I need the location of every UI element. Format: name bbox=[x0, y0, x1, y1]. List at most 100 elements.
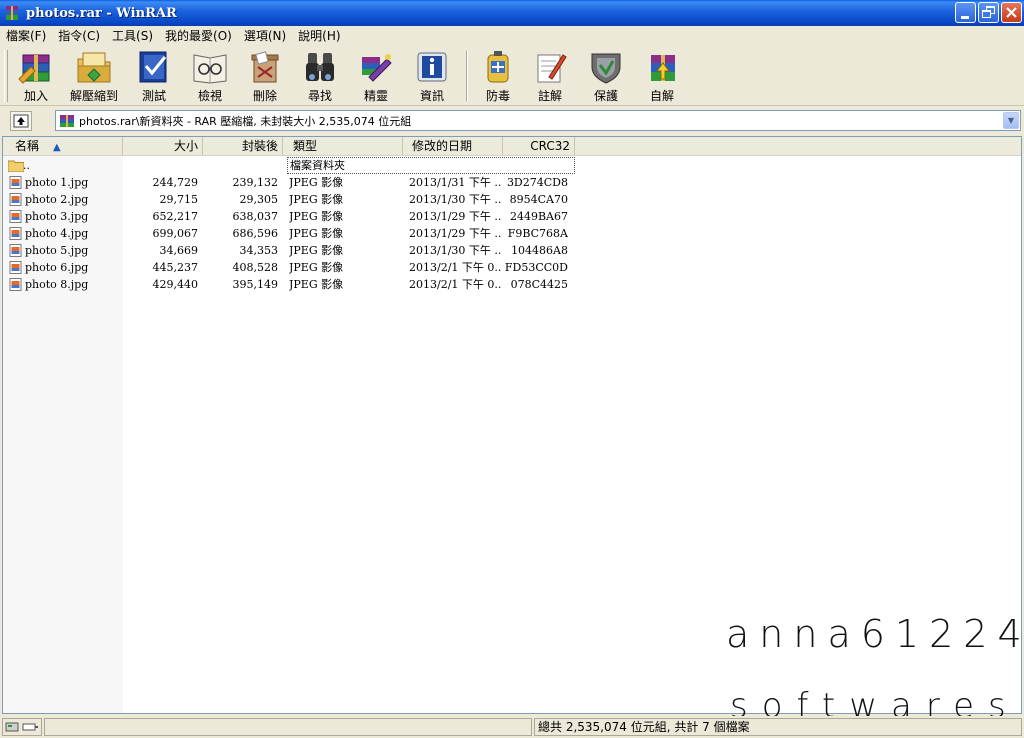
file-name: photo 2.jpg bbox=[25, 193, 89, 206]
file-size: 429,440 bbox=[152, 278, 199, 291]
info-icon bbox=[413, 49, 451, 85]
column-header-size[interactable]: 大小 bbox=[123, 137, 203, 155]
toolbar: 加入 解壓縮到 測試 檢視 刪除 尋找 精靈 資訊 防毒 註解 保護 自解 bbox=[0, 46, 1024, 106]
column-header-type[interactable]: 類型 bbox=[283, 137, 403, 155]
restore-button[interactable] bbox=[978, 2, 999, 23]
test-checkmark-icon bbox=[135, 49, 173, 85]
column-name-label: 名稱 bbox=[15, 139, 40, 153]
file-name: photo 1.jpg bbox=[25, 176, 89, 189]
antivirus-button[interactable]: 防毒 bbox=[474, 46, 522, 104]
wizard-icon bbox=[357, 49, 395, 85]
address-combo[interactable]: photos.rar\新資料夾 - RAR 壓縮檔, 未封裝大小 2,535,0… bbox=[55, 110, 1021, 131]
file-type: JPEG 影像 bbox=[289, 176, 344, 189]
address-path: photos.rar\新資料夾 - RAR 壓縮檔, 未封裝大小 2,535,0… bbox=[79, 114, 412, 128]
file-name: photo 8.jpg bbox=[25, 278, 89, 291]
up-one-level-button[interactable] bbox=[10, 111, 32, 131]
column-header-name[interactable]: 名稱 ▲ bbox=[3, 137, 123, 155]
file-packed-size: 408,528 bbox=[232, 261, 279, 274]
file-row[interactable]: photo 1.jpg 244,729 239,132 JPEG 影像 2013/1/3… bbox=[3, 174, 575, 191]
menu-favorites[interactable]: 我的最愛(O) bbox=[159, 27, 238, 45]
minimize-button[interactable] bbox=[955, 2, 976, 23]
file-type: JPEG 影像 bbox=[289, 193, 344, 206]
wizard-label: 精靈 bbox=[363, 89, 388, 103]
file-row[interactable]: photo 8.jpg 429,440 395,149 JPEG 影像 2013/2/1… bbox=[3, 276, 575, 293]
file-crc32: 104486A8 bbox=[511, 244, 568, 257]
comment-button[interactable]: 註解 bbox=[522, 46, 578, 104]
menu-bar: 檔案(F) 指令(C) 工具(S) 我的最愛(O) 選項(N) 說明(H) bbox=[0, 26, 1024, 46]
file-size: 652,217 bbox=[152, 210, 199, 223]
protect-button[interactable]: 保護 bbox=[578, 46, 634, 104]
title-bar[interactable]: photos.rar - WinRAR bbox=[0, 0, 1024, 26]
antivirus-label: 防毒 bbox=[485, 89, 510, 103]
extract-to-button[interactable]: 解壓縮到 bbox=[62, 46, 126, 104]
menu-commands[interactable]: 指令(C) bbox=[52, 27, 106, 45]
column-header-packed[interactable]: 封裝後 bbox=[203, 137, 283, 155]
info-button[interactable]: 資訊 bbox=[404, 46, 460, 104]
file-packed-size: 686,596 bbox=[232, 227, 279, 240]
file-name: photo 3.jpg bbox=[25, 210, 89, 223]
file-packed-size: 34,353 bbox=[239, 244, 279, 257]
jpeg-file-icon bbox=[9, 244, 22, 257]
file-type: JPEG 影像 bbox=[289, 261, 344, 274]
menu-help[interactable]: 說明(H) bbox=[292, 27, 346, 45]
antivirus-icon bbox=[479, 49, 517, 85]
menu-tools[interactable]: 工具(S) bbox=[106, 27, 159, 45]
find-label: 尋找 bbox=[307, 89, 332, 103]
column-header-crc32[interactable]: CRC32 bbox=[503, 137, 575, 155]
wizard-button[interactable]: 精靈 bbox=[348, 46, 404, 104]
file-packed-size: 239,132 bbox=[232, 176, 279, 189]
file-crc32: FD53CC0D bbox=[504, 261, 568, 274]
jpeg-file-icon bbox=[9, 210, 22, 223]
delete-button[interactable]: 刪除 bbox=[238, 46, 292, 104]
file-type: JPEG 影像 bbox=[289, 244, 344, 257]
file-crc32: 3D274CD8 bbox=[506, 176, 568, 189]
updir-name: .. bbox=[23, 159, 30, 172]
toolbar-grip[interactable] bbox=[4, 50, 8, 102]
column-header-modified[interactable]: 修改的日期 bbox=[403, 137, 503, 155]
sfx-label: 自解 bbox=[649, 89, 674, 103]
file-modified: 2013/2/1 下午 0... bbox=[409, 278, 501, 291]
file-row[interactable]: photo 3.jpg 652,217 638,037 JPEG 影像 2013/1/2… bbox=[3, 208, 575, 225]
menu-file[interactable]: 檔案(F) bbox=[0, 27, 52, 45]
view-button[interactable]: 檢視 bbox=[182, 46, 238, 104]
file-crc32: F9BC768A bbox=[507, 227, 568, 240]
sfx-button[interactable]: 自解 bbox=[634, 46, 690, 104]
extract-to-label: 解壓縮到 bbox=[69, 89, 118, 103]
sfx-icon bbox=[643, 49, 681, 85]
comment-label: 註解 bbox=[537, 89, 562, 103]
test-button[interactable]: 測試 bbox=[126, 46, 182, 104]
protect-shield-icon bbox=[587, 49, 625, 85]
file-row[interactable]: photo 4.jpg 699,067 686,596 JPEG 影像 2013/1/2… bbox=[3, 225, 575, 242]
jpeg-file-icon bbox=[9, 176, 22, 189]
add-button[interactable]: 加入 bbox=[10, 46, 62, 104]
file-crc32: 2449BA67 bbox=[509, 210, 568, 223]
up-arrow-icon bbox=[13, 114, 29, 128]
file-modified: 2013/1/31 下午 ... bbox=[409, 176, 501, 189]
menu-options[interactable]: 選項(N) bbox=[238, 27, 292, 45]
file-modified: 2013/1/29 下午 ... bbox=[409, 227, 501, 240]
file-size: 445,237 bbox=[152, 261, 199, 274]
file-row[interactable]: photo 2.jpg 29,715 29,305 JPEG 影像 2013/1/30 … bbox=[3, 191, 575, 208]
add-archive-icon bbox=[17, 49, 55, 85]
folder-icon bbox=[7, 160, 25, 173]
find-button[interactable]: 尋找 bbox=[292, 46, 348, 104]
updir-row[interactable]: .. 檔案資料夾 bbox=[3, 157, 575, 174]
drive-icon bbox=[5, 722, 38, 732]
chevron-down-icon[interactable]: ▼ bbox=[1003, 112, 1019, 129]
total-status: 總共 2,535,074 位元組, 共計 7 個檔案 bbox=[534, 718, 1022, 736]
file-modified: 2013/1/30 下午 ... bbox=[409, 244, 501, 257]
watermark-line1: anna61224 bbox=[726, 612, 1024, 656]
file-row[interactable]: photo 6.jpg 445,237 408,528 JPEG 影像 2013/2/1… bbox=[3, 259, 575, 276]
file-row[interactable]: photo 5.jpg 34,669 34,353 JPEG 影像 2013/1/30 … bbox=[3, 242, 575, 259]
updir-type: 檔案資料夾 bbox=[287, 157, 575, 174]
comment-icon bbox=[531, 49, 569, 85]
close-button[interactable] bbox=[1001, 2, 1022, 23]
file-size: 34,669 bbox=[159, 244, 199, 257]
file-type: JPEG 影像 bbox=[289, 278, 344, 291]
view-label: 檢視 bbox=[197, 89, 222, 103]
file-packed-size: 29,305 bbox=[239, 193, 279, 206]
delete-label: 刪除 bbox=[252, 89, 277, 103]
drive-status-panel[interactable] bbox=[2, 718, 42, 736]
jpeg-file-icon bbox=[9, 278, 22, 291]
protect-label: 保護 bbox=[593, 89, 618, 103]
